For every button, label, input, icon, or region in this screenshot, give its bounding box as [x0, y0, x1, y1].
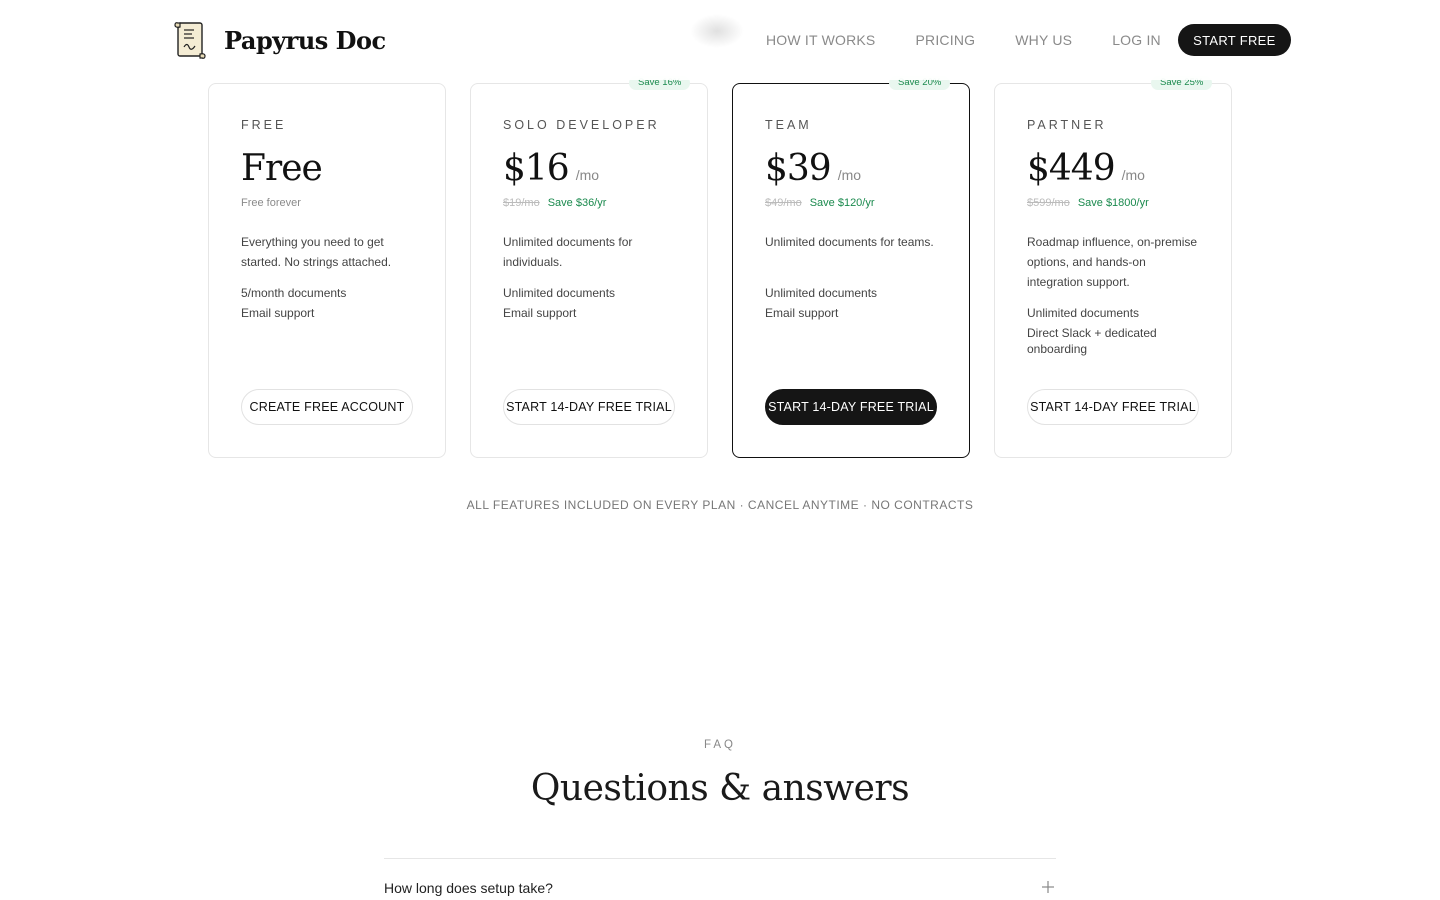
plan-tier: SOLO DEVELOPER: [503, 118, 660, 132]
plan-tier: TEAM: [765, 118, 812, 132]
feature-item: 5/month documents: [241, 286, 347, 300]
nav-log-in[interactable]: LOG IN: [1112, 32, 1161, 48]
plus-icon[interactable]: [1040, 879, 1056, 895]
price-period: /mo: [837, 167, 862, 183]
faq-question[interactable]: How long does setup take?: [384, 880, 553, 896]
plan-tier: FREE: [241, 118, 287, 132]
plan-price: $449: [1027, 148, 1116, 189]
plan-price: $16: [503, 148, 570, 189]
feature-item: Direct Slack + dedicated onboarding: [1027, 326, 1157, 356]
nav-pricing[interactable]: PRICING: [915, 32, 975, 48]
price-period: /mo: [1121, 167, 1145, 183]
price-note-row: Free forever: [241, 197, 301, 209]
price-note-row: $19/mo Save $36/yr: [503, 197, 606, 209]
brand-name: Papyrus Doc: [224, 25, 386, 55]
nav-how-it-works[interactable]: HOW IT WORKS: [766, 32, 875, 48]
feature-item: Email support: [765, 306, 839, 320]
faq-eyebrow: FAQ: [703, 739, 736, 751]
start-trial-button[interactable]: START 14-DAY FREE TRIAL: [765, 389, 937, 425]
plan-card-solo-developer: Save 16% SOLO DEVELOPER $16 /mo $19/mo S…: [470, 76, 708, 458]
price-row: Free: [241, 148, 323, 189]
main-nav: HOW IT WORKS PRICING WHY US LOG IN START…: [766, 24, 1291, 56]
feature-item: Unlimited documents: [503, 286, 616, 300]
plan-card-team: Save 20% TEAM $39 /mo $49/mo Save $120/y…: [732, 76, 970, 458]
old-price: $599/mo: [1027, 197, 1070, 209]
start-trial-button[interactable]: START 14-DAY FREE TRIAL: [1027, 389, 1199, 425]
site-header: Papyrus Doc HOW IT WORKS PRICING WHY US …: [0, 0, 1440, 80]
plan-features: Unlimited documents Email support: [765, 285, 940, 325]
price-note-row: $599/mo Save $1800/yr: [1027, 197, 1149, 209]
plan-description: Unlimited documents for individuals.: [503, 235, 633, 269]
price-row: $16 /mo: [503, 148, 599, 189]
faq-divider: [384, 858, 1056, 859]
plan-card-partner: Save 25% PARTNER $449 /mo $599/mo Save $…: [994, 76, 1232, 458]
feature-item: Unlimited documents: [1027, 306, 1140, 320]
price-row: $449 /mo: [1027, 148, 1145, 189]
plan-price: Free: [241, 148, 323, 189]
plan-card-free: FREE Free Free forever Everything you ne…: [208, 83, 446, 458]
price-period: /mo: [575, 167, 600, 183]
plan-features: Unlimited documents Email support: [503, 285, 678, 325]
plan-tier: PARTNER: [1027, 118, 1107, 132]
price-note-row: $49/mo Save $120/yr: [765, 197, 875, 209]
faq-title: Questions & answers: [530, 768, 910, 809]
yearly-savings: Save $1800/yr: [1077, 197, 1149, 209]
scroll-document-icon: [174, 22, 206, 59]
plan-description: Roadmap influence, on-premise options, a…: [1027, 235, 1198, 289]
pricing-cards: FREE Free Free forever Everything you ne…: [208, 76, 1232, 458]
start-trial-button[interactable]: START 14-DAY FREE TRIAL: [503, 389, 675, 425]
yearly-savings: Save $120/yr: [809, 197, 875, 209]
create-free-account-button[interactable]: CREATE FREE ACCOUNT: [241, 389, 413, 425]
plans-footnote: ALL FEATURES INCLUDED ON EVERY PLAN · CA…: [466, 498, 974, 512]
nav-why-us[interactable]: WHY US: [1015, 32, 1072, 48]
old-price: $19/mo: [503, 197, 540, 209]
plan-description: Unlimited documents for teams.: [765, 235, 934, 249]
logo[interactable]: Papyrus Doc: [172, 20, 386, 60]
blurred-background-element: [690, 14, 744, 48]
plan-features: 5/month documents Email support: [241, 285, 416, 325]
yearly-savings: Save $36/yr: [547, 197, 607, 209]
plan-features: Unlimited documents Direct Slack + dedic…: [1027, 305, 1202, 361]
old-price: $49/mo: [765, 197, 802, 209]
plan-description: Everything you need to get started. No s…: [241, 235, 392, 269]
feature-item: Unlimited documents: [765, 286, 878, 300]
plan-note: Free forever: [241, 197, 301, 209]
start-free-button[interactable]: START FREE: [1177, 24, 1291, 56]
feature-item: Email support: [241, 306, 315, 320]
plan-price: $39: [765, 148, 832, 189]
feature-item: Email support: [503, 306, 577, 320]
price-row: $39 /mo: [765, 148, 861, 189]
